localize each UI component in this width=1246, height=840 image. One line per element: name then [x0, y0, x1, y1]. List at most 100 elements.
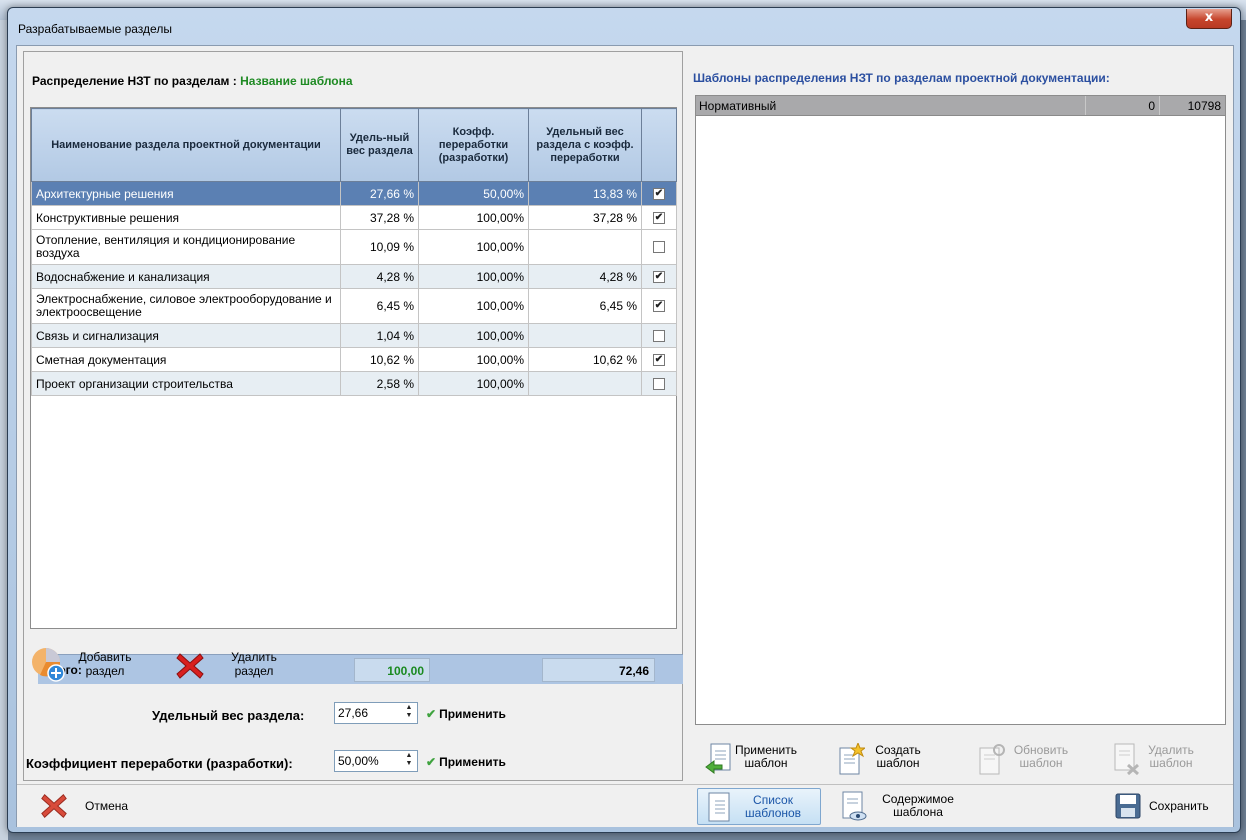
apply-weight-label: Применить	[439, 707, 506, 721]
column-header-weighted[interactable]: Удельный вес раздела с коэфф. переработк…	[528, 108, 642, 182]
table-row[interactable]: Архитектурные решения 27,66 % 50,00% 13,…	[31, 181, 677, 206]
coef-spinner[interactable]: 50,00% ▲ ▼	[334, 750, 418, 772]
templates-list-button[interactable]: Список шаблонов	[697, 788, 821, 825]
template-row-value: 0	[1148, 99, 1155, 113]
section-weight[interactable]: 37,28 %	[340, 205, 419, 230]
column-header-name[interactable]: Наименование раздела проектной документа…	[31, 108, 341, 182]
section-coef[interactable]: 100,00%	[418, 229, 529, 265]
apply-coef-label: Применить	[439, 755, 506, 769]
create-template-button[interactable]: Создать шаблон	[839, 741, 939, 781]
red-x-icon	[176, 653, 204, 679]
distribution-heading: Распределение НЗТ по разделам : Название…	[32, 74, 353, 88]
apply-template-icon	[705, 743, 731, 774]
bottom-bar: Отмена Список шаблонов Содержимое шаблон…	[17, 784, 1233, 827]
template-row-name: Нормативный	[699, 99, 777, 113]
sections-panel: Распределение НЗТ по разделам : Название…	[23, 51, 683, 781]
section-name: Проект организации строительства	[31, 371, 341, 396]
template-row-id: 10798	[1187, 99, 1221, 113]
table-row[interactable]: Проект организации строительства 2,58 % …	[31, 371, 677, 396]
coef-field-label: Коэффициент переработки (разработки):	[26, 756, 293, 771]
section-weight[interactable]: 6,45 %	[340, 288, 419, 324]
section-name: Архитектурные решения	[31, 181, 341, 206]
title-bar[interactable]: Разрабатываемые разделы x	[8, 8, 1240, 46]
section-name: Водоснабжение и канализация	[31, 264, 341, 289]
dialog-client: Распределение НЗТ по разделам : Название…	[16, 45, 1234, 827]
section-coef[interactable]: 100,00%	[418, 323, 529, 348]
section-coef[interactable]: 50,00%	[418, 181, 529, 206]
close-button[interactable]: x	[1186, 9, 1232, 29]
section-name: Отопление, вентиляция и кондиционировани…	[31, 229, 341, 265]
templates-list[interactable]: Нормативный 0 10798	[695, 95, 1226, 725]
column-header-coef[interactable]: Коэфф. переработки (разработки)	[418, 108, 529, 182]
section-weighted	[528, 229, 642, 265]
section-coef[interactable]: 100,00%	[418, 205, 529, 230]
weight-spinner[interactable]: 27,66 ▲ ▼	[334, 702, 418, 724]
list-item[interactable]: Нормативный 0 10798	[696, 96, 1225, 116]
section-weighted: 4,28 %	[528, 264, 642, 289]
checkmark-icon: ✔	[426, 707, 437, 721]
template-content-label: Содержимое шаблона	[882, 792, 954, 819]
window-title: Разрабатываемые разделы	[18, 22, 172, 36]
distribution-label: Распределение НЗТ по разделам :	[32, 74, 237, 88]
section-weighted: 13,83 %	[528, 181, 642, 206]
templates-panel: Шаблоны распределения НЗТ по разделам пр…	[689, 51, 1230, 781]
coef-spinner-value: 50,00%	[338, 754, 379, 768]
create-template-label: Создать шаблон	[875, 743, 921, 770]
apply-weight-button[interactable]: ✔ Применить	[426, 707, 506, 721]
save-button[interactable]: Сохранить	[1115, 788, 1225, 825]
table-row[interactable]: Водоснабжение и канализация 4,28 % 100,0…	[31, 264, 677, 289]
checkmark-icon: ✔	[426, 755, 437, 769]
spinner-arrows-icon[interactable]: ▲ ▼	[403, 752, 415, 770]
view-document-icon	[842, 791, 867, 821]
table-row[interactable]: Связь и сигнализация 1,04 % 100,00%	[31, 323, 677, 348]
weight-field-label: Удельный вес раздела:	[152, 708, 305, 723]
apply-template-button[interactable]: Применить шаблон	[705, 741, 805, 781]
section-name: Связь и сигнализация	[31, 323, 341, 348]
template-content-button[interactable]: Содержимое шаблона	[842, 788, 992, 825]
section-weight[interactable]: 10,09 %	[340, 229, 419, 265]
section-coef[interactable]: 100,00%	[418, 371, 529, 396]
section-checkbox[interactable]	[653, 330, 665, 343]
section-weighted: 37,28 %	[528, 205, 642, 230]
section-weight[interactable]: 10,62 %	[340, 347, 419, 372]
section-weighted: 10,62 %	[528, 347, 642, 372]
section-checkbox[interactable]: ✔	[653, 354, 665, 367]
section-checkbox[interactable]: ✔	[653, 188, 665, 201]
delete-template-label: Удалить шаблон	[1148, 743, 1194, 770]
table-row[interactable]: Отопление, вентиляция и кондиционировани…	[31, 229, 677, 265]
remove-section-button[interactable]: Удалить раздел	[174, 642, 304, 688]
weight-field-row: Удельный вес раздела: 27,66 ▲ ▼ ✔ Применит…	[24, 702, 544, 732]
section-checkbox[interactable]: ✔	[653, 300, 665, 313]
section-checkbox[interactable]	[653, 378, 665, 391]
section-weight[interactable]: 4,28 %	[340, 264, 419, 289]
update-template-button: Обновить шаблон	[979, 741, 1089, 781]
cancel-button[interactable]: Отмена	[39, 788, 169, 825]
table-row[interactable]: Конструктивные решения 37,28 % 100,00% 3…	[31, 205, 677, 230]
spinner-arrows-icon[interactable]: ▲ ▼	[403, 704, 415, 722]
column-header-weight[interactable]: Удель-ный вес раздела	[340, 108, 419, 182]
coef-field-row: Коэффициент переработки (разработки): 50…	[24, 750, 544, 780]
sections-table: Наименование раздела проектной документа…	[31, 108, 677, 396]
section-checkbox[interactable]	[653, 241, 665, 254]
save-label: Сохранить	[1149, 799, 1209, 813]
section-weighted	[528, 323, 642, 348]
section-weight[interactable]: 1,04 %	[340, 323, 419, 348]
section-coef[interactable]: 100,00%	[418, 347, 529, 372]
apply-coef-button[interactable]: ✔ Применить	[426, 755, 506, 769]
section-weight[interactable]: 27,66 %	[340, 181, 419, 206]
totals-weighted: 72,46	[542, 658, 655, 682]
table-row[interactable]: Электроснабжение, силовое электрооборудо…	[31, 288, 677, 324]
dialog-window: Разрабатываемые разделы x Распределение …	[7, 7, 1241, 833]
add-section-button[interactable]: Добавить раздел	[28, 642, 178, 688]
template-name: Название шаблона	[240, 74, 353, 88]
section-coef[interactable]: 100,00%	[418, 264, 529, 289]
delete-template-icon	[1114, 743, 1140, 775]
section-coef[interactable]: 100,00%	[418, 288, 529, 324]
update-template-icon	[979, 744, 1005, 775]
section-checkbox[interactable]: ✔	[653, 271, 665, 284]
section-checkbox[interactable]: ✔	[653, 212, 665, 225]
column-header-check[interactable]	[641, 108, 677, 182]
table-row[interactable]: Сметная документация 10,62 % 100,00% 10,…	[31, 347, 677, 372]
section-weight[interactable]: 2,58 %	[340, 371, 419, 396]
add-section-label: Добавить раздел	[78, 650, 132, 678]
